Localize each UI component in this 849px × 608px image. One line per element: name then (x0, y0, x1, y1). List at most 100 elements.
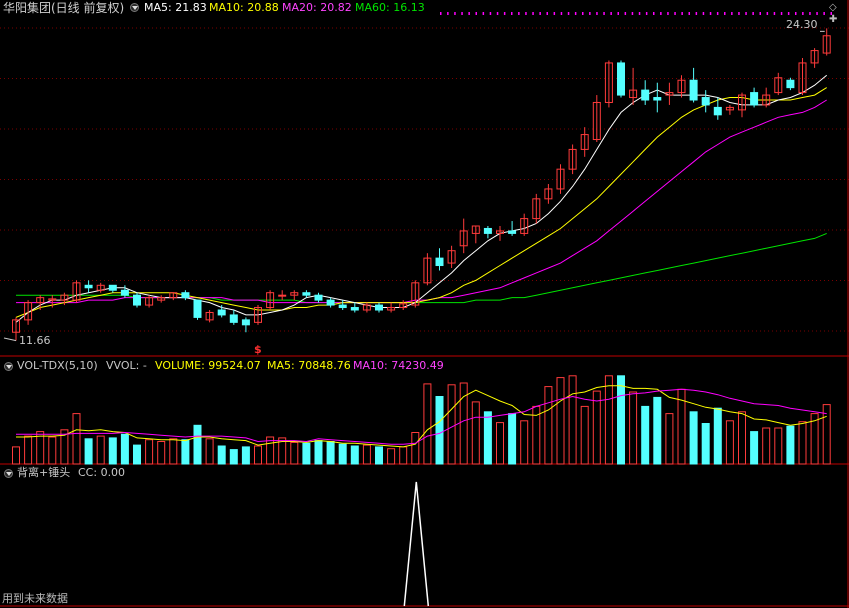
top-marker-dot (709, 12, 712, 15)
top-marker-dot (731, 12, 733, 15)
volume-bar (145, 439, 154, 465)
candle-body (120, 289, 129, 296)
candle-body (350, 307, 359, 311)
volume-bar (108, 437, 117, 465)
ma60-label: MA60: 16.13 (355, 1, 425, 14)
ma10-label: MA10: 20.88 (209, 1, 279, 14)
ma20-line (16, 99, 827, 304)
top-marker-dot (667, 12, 669, 15)
volume-bar (338, 443, 347, 465)
top-marker-dot (688, 12, 690, 15)
volume-bar (629, 391, 638, 465)
top-marker-dot (823, 12, 825, 15)
volume-bar (133, 444, 141, 465)
volume-bar (774, 427, 783, 465)
future-data-note: 用到未来数据 (2, 592, 68, 605)
top-marker-dot (759, 12, 761, 15)
top-marker-dot (589, 12, 591, 15)
candle-body (617, 62, 625, 96)
volume-bar (665, 413, 674, 465)
top-marker-dot (454, 12, 456, 15)
dollar-marker: $ (254, 343, 262, 356)
top-marker-dot (567, 12, 570, 15)
volume-bar (520, 420, 529, 465)
volume-bar (447, 384, 456, 465)
volume-bar (205, 438, 214, 465)
indicator-title: 背离+锤头 (17, 466, 71, 479)
volume-bar (762, 427, 771, 465)
volume-bar (362, 444, 371, 465)
low-price-marker: 11.66 (19, 334, 51, 347)
top-marker-dot (695, 12, 698, 15)
volume-bar (314, 440, 323, 465)
volume-bar (241, 446, 250, 465)
volume-bar (641, 405, 650, 465)
volume-bar (375, 446, 383, 465)
volume-title: VOL-TDX(5,10) (17, 359, 98, 372)
volume-bar (12, 446, 20, 465)
top-marker-dot (653, 12, 655, 15)
top-marker-dot (532, 12, 534, 15)
volume-bar (399, 446, 408, 465)
candle-body (229, 314, 238, 323)
top-marker-dot (440, 12, 442, 15)
volume-bar (713, 407, 722, 465)
candle-body (108, 284, 117, 291)
top-marker-dot (738, 12, 740, 15)
stock-chart[interactable] (0, 0, 849, 608)
top-marker-dot (802, 12, 804, 15)
top-marker-dot (752, 12, 754, 15)
top-marker-dot (780, 12, 783, 15)
top-marker-dot (447, 12, 449, 15)
vvol-label: VVOL: - (106, 359, 147, 372)
top-marker-dot (745, 12, 747, 15)
candle-body (84, 284, 93, 289)
top-marker-dot (525, 12, 527, 15)
cc-label: CC: 0.00 (78, 466, 126, 479)
ma5-line (15, 74, 828, 323)
top-marker-dot (539, 12, 541, 15)
volume-bar (48, 436, 57, 465)
volume-bar (229, 449, 238, 465)
plus-icon[interactable]: ✚ (829, 13, 837, 27)
top-marker-dot (766, 12, 769, 15)
volume-bar (217, 445, 226, 465)
top-marker-dot (461, 12, 463, 15)
candle-body (483, 227, 492, 234)
indicator-panel-dropdown-icon[interactable] (4, 469, 13, 478)
volume-value-label: VOLUME: 99524.07 (155, 359, 261, 372)
candle-body (641, 89, 650, 101)
top-marker-dot (617, 12, 619, 15)
top-marker-dot (716, 12, 719, 15)
volume-bar (169, 438, 178, 465)
ma10-line (15, 87, 827, 318)
candle-body (314, 294, 323, 301)
top-marker-dot (503, 12, 506, 15)
volume-bar (617, 375, 625, 465)
candle-body (508, 230, 517, 234)
volume-bar (423, 383, 432, 465)
top-marker-dot (724, 12, 726, 15)
volume-bar (350, 445, 359, 465)
indicator-dropdown-icon[interactable] (130, 3, 139, 12)
top-marker-dot (518, 12, 520, 15)
volume-dropdown-icon[interactable] (4, 362, 13, 371)
volume-bar (604, 375, 613, 465)
low-arrow (3, 337, 17, 342)
candle-body (241, 319, 250, 326)
indicator-spike (403, 481, 430, 607)
candle-body (133, 294, 141, 306)
ma5-label: MA5: 21.83 (144, 1, 207, 14)
high-price-marker: 24.30 (786, 18, 818, 31)
volume-bar (24, 435, 33, 465)
volume-bar (496, 422, 504, 465)
top-marker-dot (603, 12, 605, 15)
candle-body (653, 97, 662, 101)
top-marker-dot (773, 12, 776, 15)
top-marker-dot (638, 12, 641, 15)
volume-bar (725, 420, 734, 465)
volume-bar (483, 411, 492, 465)
ma20-label: MA20: 20.82 (282, 1, 352, 14)
top-marker-dot (553, 12, 556, 15)
top-marker-dot (489, 12, 492, 15)
